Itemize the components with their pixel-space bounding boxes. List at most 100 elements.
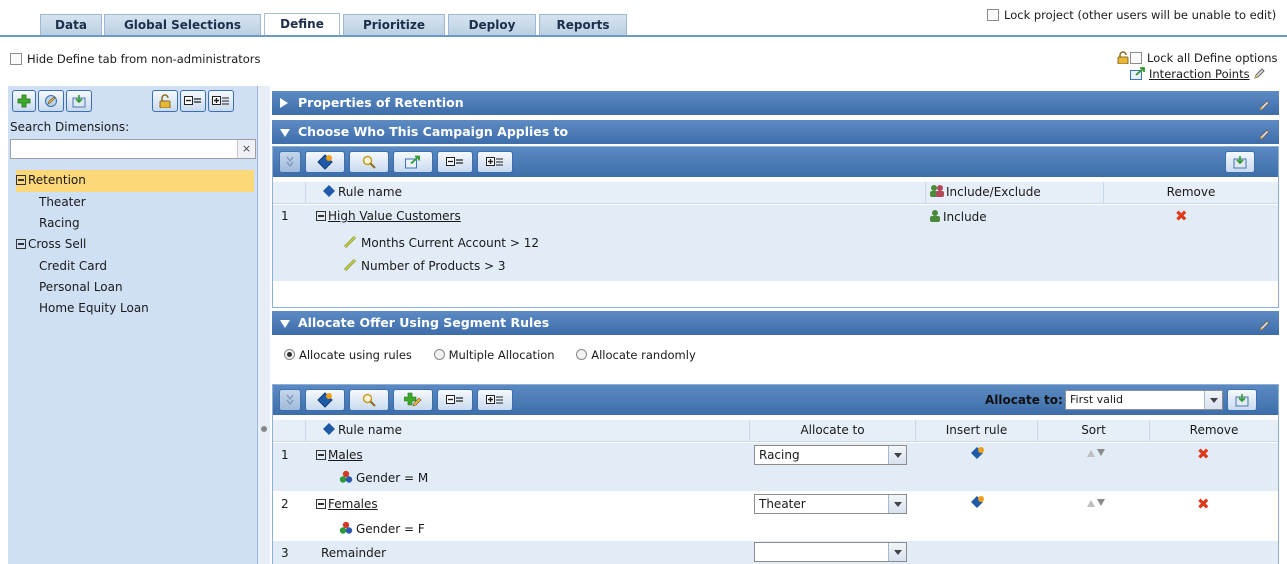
rule-name-cell[interactable]: High Value Customers [316,209,461,223]
hide-define-checkbox[interactable] [10,53,22,65]
interaction-points-link[interactable]: Interaction Points [1130,67,1266,83]
section-allocate-header[interactable]: Allocate Offer Using Segment Rules [272,311,1279,335]
table-row[interactable]: 1 Males Gender = M Racing ✖ [273,443,1278,491]
rule-name-link[interactable]: Females [328,497,378,511]
move-down-button[interactable] [279,151,301,173]
lock-all-option[interactable]: Lock all Define options [1117,51,1278,67]
edit-pencil-icon[interactable] [1258,96,1271,120]
tab-define[interactable]: Define [264,13,340,37]
edit-pencil-icon[interactable] [1253,67,1266,83]
add-rule-button[interactable] [305,151,345,173]
col-insert-rule[interactable]: Insert rule [915,420,1037,441]
import-dimension-button[interactable] [66,90,92,112]
splitter-handle[interactable] [261,426,267,432]
tab-deploy[interactable]: Deploy [448,14,536,36]
collapse-all-button[interactable] [180,90,206,112]
search-rule-button[interactable] [349,389,389,411]
collapse-toggle-icon[interactable] [16,239,26,249]
chevron-down-icon[interactable] [888,543,906,561]
multiple-allocation-option[interactable]: Multiple Allocation [433,348,555,362]
collapse-toggle-icon[interactable] [316,499,326,509]
col-sort[interactable]: Sort [1037,420,1149,441]
rule-name-link[interactable]: Males [328,448,363,462]
rule-name-cell[interactable]: Males [316,448,363,462]
rule-name-cell[interactable]: Females [316,497,378,511]
allocate-randomly-option[interactable]: Allocate randomly [576,348,696,362]
tab-prioritize[interactable]: Prioritize [343,14,445,36]
collapse-toggle-icon[interactable] [316,211,326,221]
lock-all-checkbox[interactable] [1130,52,1142,64]
collapse-all-button[interactable] [437,389,473,411]
col-rule-name[interactable]: Rule name [305,420,749,441]
tree-item-cross-sell[interactable]: Cross Sell [16,234,254,256]
tree-item-retention[interactable]: Retention [16,170,254,192]
section-properties-header[interactable]: Properties of Retention [272,91,1279,115]
add-dimension-button[interactable] [12,90,36,112]
import-rule-button[interactable] [1225,151,1255,173]
lock-project-checkbox[interactable] [987,9,999,21]
radio-using-rules[interactable] [284,349,295,360]
tab-global-selections[interactable]: Global Selections [104,14,261,36]
expand-all-button[interactable] [477,151,513,173]
insert-rule-icon[interactable] [969,494,985,513]
col-remove[interactable]: Remove [1103,182,1278,203]
chevron-down-icon[interactable] [888,446,906,464]
allocate-to-select[interactable]: First valid [1065,390,1223,410]
table-row[interactable]: 2 Females Gender = F Theater ✖ [273,491,1278,541]
interaction-points-label[interactable]: Interaction Points [1149,67,1250,81]
collapse-toggle-icon[interactable] [316,450,326,460]
panel-splitter[interactable] [258,86,270,564]
remove-x-icon[interactable]: ✖ [1175,207,1188,225]
search-dimensions-input[interactable]: × [10,139,256,159]
edit-dimension-button[interactable] [38,90,64,112]
condition-item[interactable]: Number of Products > 3 [343,258,506,275]
collapse-all-button[interactable] [437,151,473,173]
add-segment-button[interactable] [393,389,433,411]
remove-x-icon[interactable]: ✖ [1197,445,1210,463]
collapse-toggle-icon[interactable] [16,175,26,185]
sort-arrows-icon[interactable] [1086,447,1106,461]
rule-name-link[interactable]: High Value Customers [328,209,461,223]
expand-all-button[interactable] [208,90,234,112]
condition-item[interactable]: Months Current Account > 12 [343,235,539,252]
import-rule-button[interactable] [1227,389,1257,411]
move-down-button[interactable] [279,389,301,411]
expand-all-button[interactable] [477,389,513,411]
table-row[interactable]: 1 High Value Customers Months Current Ac… [273,205,1278,281]
radio-randomly[interactable] [576,349,588,360]
insert-rule-icon[interactable] [969,445,985,464]
chevron-down-icon[interactable] [888,495,906,513]
lock-project-option[interactable]: Lock project (other users will be unable… [987,8,1276,22]
allocate-to-select[interactable]: Racing [754,445,907,465]
sort-arrows-icon[interactable] [1086,497,1106,511]
add-rule-button[interactable] [305,389,345,411]
hide-define-option[interactable]: Hide Define tab from non-administrators [10,52,261,66]
search-rule-button[interactable] [349,151,389,173]
tree-item-racing[interactable]: Racing [39,213,239,235]
section-choose-header[interactable]: Choose Who This Campaign Applies to [272,120,1279,144]
condition-item[interactable]: Gender = F [339,521,425,538]
tab-data[interactable]: Data [40,14,102,36]
tree-item-personal-loan[interactable]: Personal Loan [39,277,239,299]
allocate-to-select[interactable] [754,542,907,562]
table-row[interactable]: 3 Remainder [273,541,1278,564]
col-allocate-to[interactable]: Allocate to [749,420,915,441]
remove-x-icon[interactable]: ✖ [1197,495,1210,513]
col-remove[interactable]: Remove [1149,420,1278,441]
export-rule-button[interactable] [393,151,433,173]
clear-search-button[interactable]: × [237,140,255,158]
allocate-using-rules-option[interactable]: Allocate using rules [284,348,412,362]
tree-item-home-equity-loan[interactable]: Home Equity Loan [39,298,239,320]
radio-multiple[interactable] [433,349,445,360]
lock-dimension-button[interactable] [152,90,178,112]
edit-pencil-icon[interactable] [1258,316,1271,340]
allocate-to-select[interactable]: Theater [754,494,907,514]
tab-reports[interactable]: Reports [539,14,627,36]
col-include-exclude[interactable]: Include/Exclude [925,182,1103,203]
include-cell[interactable]: Include [928,209,987,226]
tree-item-theater[interactable]: Theater [39,192,239,214]
col-rule-name[interactable]: Rule name [305,182,925,203]
condition-item[interactable]: Gender = M [339,470,428,487]
chevron-down-icon[interactable] [1204,391,1222,409]
tree-item-credit-card[interactable]: Credit Card [39,256,239,278]
